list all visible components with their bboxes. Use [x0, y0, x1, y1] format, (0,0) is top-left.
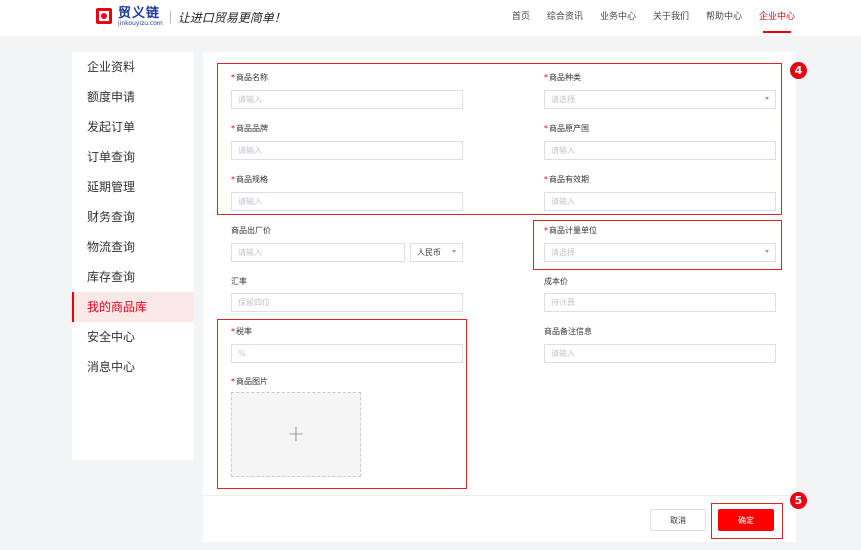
nav-home[interactable]: 首页 [512, 0, 530, 36]
exchange-rate-label: 汇率 [231, 277, 247, 286]
brand-input[interactable] [231, 141, 463, 160]
remark-input[interactable] [544, 344, 776, 363]
cost-price-input[interactable] [544, 293, 776, 312]
main-nav: 首页 综合资讯 业务中心 关于我们 帮助中心 企业中心 [495, 0, 795, 36]
brand-label: *商品品牌 [231, 124, 268, 133]
logo-mark-icon [96, 8, 114, 26]
nav-news[interactable]: 综合资讯 [547, 0, 583, 36]
sidebar-item-security[interactable]: 安全中心 [72, 322, 194, 352]
cancel-button[interactable]: 取消 [650, 509, 706, 531]
confirm-button[interactable]: 确定 [718, 509, 774, 531]
validity-input[interactable] [544, 192, 776, 211]
unit-label: *商品计量单位 [544, 226, 597, 235]
caret-down-icon [765, 97, 769, 100]
caret-down-icon [452, 250, 456, 253]
image-upload[interactable]: + [231, 392, 361, 477]
top-header: 贸义链 jinkouyizu.com 让进口贸易更简单！ 首页 综合资讯 业务中… [0, 0, 861, 36]
logo[interactable]: 贸义链 jinkouyizu.com 让进口贸易更简单！ [96, 5, 286, 29]
sidebar-item-finance[interactable]: 财务查询 [72, 202, 194, 232]
footer-divider [203, 495, 796, 496]
unit-select[interactable]: 请选择 [544, 243, 776, 262]
sidebar-item-messages[interactable]: 消息中心 [72, 352, 194, 382]
caret-down-icon [765, 250, 769, 253]
logo-domain: jinkouyizu.com [118, 20, 163, 27]
image-label: *商品图片 [231, 377, 268, 386]
nav-about[interactable]: 关于我们 [653, 0, 689, 36]
step-badge-5: 5 [790, 492, 807, 509]
product-category-label: *商品种类 [544, 73, 581, 82]
validity-label: *商品有效期 [544, 175, 589, 184]
product-category-select[interactable]: 请选择 [544, 90, 776, 109]
sidebar: 企业资料 额度申请 发起订单 订单查询 延期管理 财务查询 物流查询 库存查询 … [72, 52, 194, 460]
origin-input[interactable] [544, 141, 776, 160]
logo-name: 贸义链 [118, 6, 161, 21]
spec-label: *商品规格 [231, 175, 268, 184]
sidebar-item-company-info[interactable]: 企业资料 [72, 52, 194, 82]
product-name-input[interactable] [231, 90, 463, 109]
factory-price-label: 商品出厂价 [231, 226, 271, 235]
spec-input[interactable] [231, 192, 463, 211]
slogan: 让进口贸易更简单！ [177, 10, 286, 25]
nav-help[interactable]: 帮助中心 [706, 0, 742, 36]
sidebar-item-my-products[interactable]: 我的商品库 [72, 292, 194, 322]
sidebar-item-order-query[interactable]: 订单查询 [72, 142, 194, 172]
remark-label: 商品备注信息 [544, 327, 592, 336]
cost-price-label: 成本价 [544, 277, 568, 286]
nav-enterprise[interactable]: 企业中心 [759, 0, 795, 36]
exchange-rate-input[interactable] [231, 293, 463, 312]
sidebar-item-inventory[interactable]: 库存查询 [72, 262, 194, 292]
plus-icon: + [286, 421, 306, 447]
sidebar-item-extension[interactable]: 延期管理 [72, 172, 194, 202]
product-form: *商品名称 *商品种类 请选择 *商品品牌 *商品原产国 *商品规格 *商品有效… [203, 52, 796, 542]
sidebar-item-credit-apply[interactable]: 额度申请 [72, 82, 194, 112]
origin-label: *商品原产国 [544, 124, 589, 133]
tax-rate-label: *税率 [231, 327, 252, 336]
sidebar-item-logistics[interactable]: 物流查询 [72, 232, 194, 262]
logo-separator [169, 11, 171, 23]
tax-rate-input[interactable] [231, 344, 463, 363]
factory-price-input[interactable] [231, 243, 405, 262]
sidebar-item-create-order[interactable]: 发起订单 [72, 112, 194, 142]
product-name-label: *商品名称 [231, 73, 268, 82]
nav-business[interactable]: 业务中心 [600, 0, 636, 36]
step-badge-4: 4 [790, 62, 807, 79]
currency-select[interactable]: 人民币 [410, 243, 463, 262]
